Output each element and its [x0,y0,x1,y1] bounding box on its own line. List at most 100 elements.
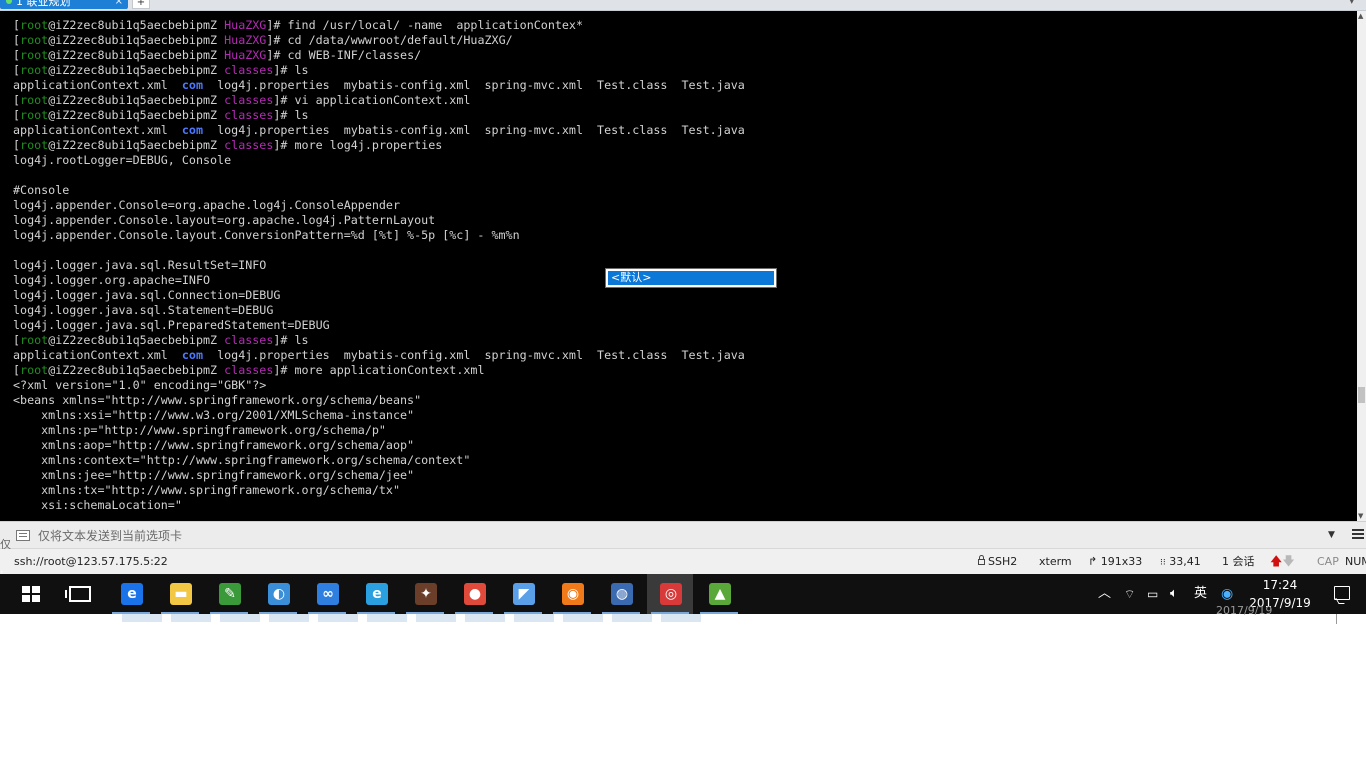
wifi-icon[interactable]: ⌔ [1124,574,1135,614]
terminal-segment: xmlns:aop="http://www.springframework.or… [13,438,415,452]
residue-mark [367,614,407,622]
scroll-down-icon[interactable]: ▼ [1358,512,1363,520]
caps-lock-indicator: CAP [1317,555,1339,568]
terminal-segment: com [181,123,204,137]
taskbar-app-button[interactable]: ∞ [304,574,350,614]
terminal-line: log4j.appender.Console=org.apache.log4j.… [13,198,745,213]
residue-mark [269,614,309,622]
compose-menu-icon[interactable] [1352,529,1366,541]
connection-address: ssh://root@123.57.175.5:22 [14,555,168,568]
mysql-dolphin-icon: ◤ [513,583,535,605]
residue-mark [416,614,456,622]
resize-icon: ↱ [1088,555,1098,568]
num-lock-indicator: NUM [1345,555,1366,568]
terminal-size: ↱ 191x33 [1088,549,1142,574]
compose-bar: 仅 仅将文本发送到当前选项卡 ▼ [0,521,1366,551]
terminal-segment: @iZ2zec8ubi1q5aecbebipmZ [48,93,225,107]
battery-icon[interactable]: ▭ [1147,574,1158,614]
terminal-line: [root@iZ2zec8ubi1q5aecbebipmZ classes]# … [13,363,745,378]
terminal-segment: root [20,93,49,107]
terminal-segment: classes [224,363,274,377]
scroll-up-icon[interactable]: ▲ [1358,12,1363,20]
taskbar-app-button[interactable]: ▬ [157,574,203,614]
residue-mark [465,614,505,622]
terminal-segment: com [181,78,204,92]
taskbar-app-button[interactable]: ◍ [598,574,644,614]
task-view-icon[interactable] [65,586,91,602]
compose-input[interactable]: 仅将文本发送到当前选项卡 [38,528,1318,544]
terminal-segment: @iZ2zec8ubi1q5aecbebipmZ [48,333,225,347]
cursor-position: ⁝⁝ 33,41 [1160,555,1201,568]
terminal-line: <beans xmlns="http://www.springframework… [13,393,745,408]
new-tab-button[interactable]: + [132,0,150,9]
session-tab[interactable]: 1 联业规划 × [0,0,128,9]
chrome-browser-icon: ● [464,583,486,605]
terminal-segment: HuaZXG [224,18,267,32]
taskbar-app-button[interactable]: ◎ [647,574,693,614]
taskbar-app-button[interactable]: e [353,574,399,614]
firefox-browser-icon: ◉ [562,583,584,605]
residue-mark [122,614,162,622]
terminal-segment: @iZ2zec8ubi1q5aecbebipmZ [48,108,225,122]
terminal-line: [root@iZ2zec8ubi1q5aecbebipmZ HuaZXG]# f… [13,18,745,33]
cursor-position-label: 33,41 [1169,555,1201,568]
terminal-segment: <?xml version="1.0" encoding="GBK"?> [13,378,267,392]
baidu-netdisk-icon: ∞ [317,583,339,605]
terminal-line: log4j.logger.java.sql.Statement=DEBUG [13,303,745,318]
xshell-app-icon: ◎ [660,583,682,605]
taskbar-app-button[interactable]: ● [451,574,497,614]
green-app-icon: ▲ [709,583,731,605]
terminal-segment: xmlns:context="http://www.springframewor… [13,453,471,467]
terminal-segment: root [20,18,49,32]
compose-dropdown-icon[interactable]: ▼ [1328,530,1335,540]
terminal-text: [root@iZ2zec8ubi1q5aecbebipmZ HuaZXG]# f… [13,18,745,513]
taskbar-app-button[interactable]: ✦ [402,574,448,614]
terminal-line: xmlns:xsi="http://www.w3.org/2001/XMLSch… [13,408,745,423]
terminal-segment: root [20,108,49,122]
ime-language-indicator[interactable]: 英 [1194,574,1207,614]
terminal-segment: [ [13,138,21,152]
terminal-segment: ]# cd /data/wwwroot/default/HuaZXG/ [266,33,513,47]
clock-time: 17:24 [1262,578,1298,592]
terminal-line: log4j.logger.java.sql.PreparedStatement=… [13,318,745,333]
tab-scroll-arrow-icon[interactable]: ▾ [1349,0,1354,7]
terminal-size-label: 191x33 [1100,555,1143,568]
terminal-scrollbar[interactable]: ▲ ▼ [1357,11,1366,521]
terminal-line: log4j.rootLogger=DEBUG, Console [13,153,745,168]
residue-mark [318,614,358,622]
terminal-output[interactable]: [root@iZ2zec8ubi1q5aecbebipmZ HuaZXG]# f… [0,11,1357,521]
terminal-segment: [ [13,63,21,77]
taskbar-app-button[interactable]: ◤ [500,574,546,614]
windows-start-icon[interactable] [22,586,40,602]
volume-icon[interactable]: 🔈︎ [1170,574,1178,614]
ime-candidate-popup[interactable]: <默认> [605,268,777,288]
close-tab-icon[interactable]: × [115,0,123,9]
action-center-icon[interactable] [1334,586,1350,600]
terminal-segment: applicationContext.xml [13,123,182,137]
taskbar-app-button[interactable]: ◐ [255,574,301,614]
terminal-segment: classes [224,63,274,77]
terminal-line: #Console [13,183,745,198]
terminal-segment: [ [13,363,21,377]
terminal-segment: ]# find /usr/local/ -name applicationCon… [266,18,584,32]
taskbar-app-button[interactable]: ◉ [549,574,595,614]
taskbar-app-button[interactable]: ✎ [206,574,252,614]
terminal-segment: [ [13,48,21,62]
terminal-segment: ]# more applicationContext.xml [273,363,485,377]
terminal-segment: root [20,33,49,47]
residue-mark [514,614,554,622]
taskbar-app-button[interactable]: e [108,574,154,614]
ime-candidate-item[interactable]: <默认> [608,271,774,285]
terminal-segment: ]# ls [273,63,309,77]
download-arrow-icon: 🡇 [1282,554,1295,568]
terminal-segment: com [181,348,204,362]
compose-keyboard-icon[interactable] [16,530,30,541]
show-hidden-icons-icon[interactable]: ︿ [1098,574,1111,614]
terminal-line: xmlns:p="http://www.springframework.org/… [13,423,745,438]
terminal-line: xmlns:tx="http://www.springframework.org… [13,483,745,498]
scrollbar-thumb[interactable] [1358,387,1365,403]
taskbar-app-button[interactable]: ▲ [696,574,742,614]
terminal-line: [root@iZ2zec8ubi1q5aecbebipmZ classes]# … [13,333,745,348]
terminal-line: log4j.appender.Console.layout.Conversion… [13,228,745,243]
terminal-segment: xmlns:p="http://www.springframework.org/… [13,423,386,437]
